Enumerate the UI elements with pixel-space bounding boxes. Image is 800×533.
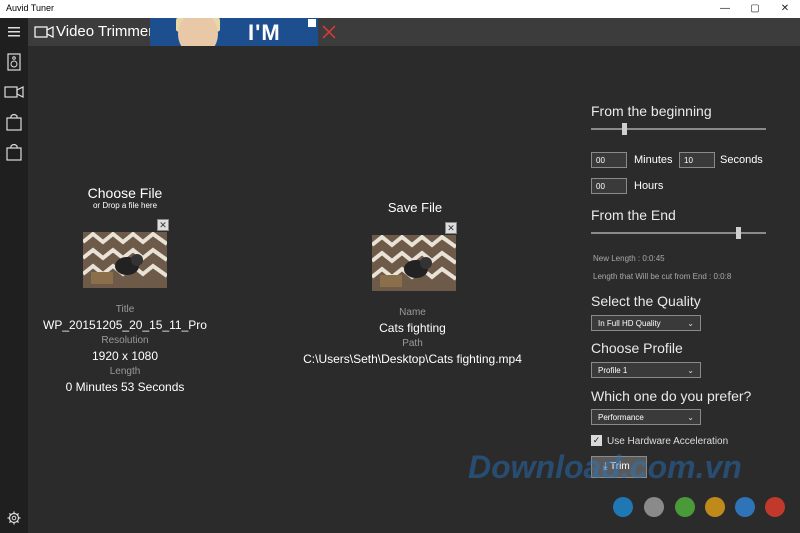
chevron-down-icon: ⌄: [687, 319, 694, 328]
watermark-dot: [735, 497, 755, 517]
new-length-text: New Length : 0:0:45: [593, 254, 665, 263]
watermark-text: Download.com.vn: [468, 449, 742, 485]
source-video-thumbnail[interactable]: [83, 232, 167, 288]
menu-button[interactable]: [0, 18, 28, 46]
hw-accel-label: Use Hardware Acceleration: [607, 436, 729, 447]
close-button[interactable]: ✕: [770, 0, 800, 18]
quality-select[interactable]: In Full HD Quality ⌄: [591, 315, 701, 331]
bag-icon: [6, 143, 22, 161]
quality-value: In Full HD Quality: [598, 319, 661, 328]
ad-text: I'M: [248, 20, 281, 45]
quality-heading: Select the Quality: [591, 293, 701, 309]
end-slider-thumb[interactable]: [736, 227, 741, 239]
start-slider-thumb[interactable]: [622, 123, 627, 135]
video-icon: [34, 26, 54, 38]
ad-banner[interactable]: I'M: [150, 18, 318, 46]
header-bar: Video Trimmer: [28, 18, 800, 46]
choose-file-area[interactable]: Choose File or Drop a file here: [50, 185, 200, 210]
ad-image: [178, 18, 218, 46]
hours-label: Hours: [634, 180, 664, 192]
remove-source-button[interactable]: ✕: [157, 219, 169, 231]
length-label: Length: [109, 366, 141, 377]
profile-select[interactable]: Profile 1 ⌄: [591, 362, 701, 378]
left-rail: [0, 18, 28, 533]
cut-length-text: Length that Will be cut from End : 0:0:8: [593, 272, 732, 281]
prefer-select[interactable]: Performance ⌄: [591, 409, 701, 425]
drop-hint: or Drop a file here: [92, 201, 158, 210]
output-info: Name Cats fighting Path C:\Users\Seth\De…: [290, 307, 535, 366]
name-value: Cats fighting: [379, 321, 446, 335]
chevron-down-icon: ⌄: [687, 413, 694, 422]
minutes-input[interactable]: 00: [591, 152, 627, 168]
seconds-label: Seconds: [720, 154, 763, 166]
title-value: WP_20151205_20_15_11_Pro: [43, 318, 207, 332]
length-value: 0 Minutes 53 Seconds: [65, 380, 185, 394]
resolution-value: 1920 x 1080: [91, 349, 159, 363]
choose-file-heading: Choose File: [87, 185, 163, 201]
output-video-thumbnail[interactable]: [372, 235, 456, 291]
start-slider[interactable]: [591, 128, 766, 130]
store-button-2[interactable]: [0, 138, 28, 166]
remove-output-button[interactable]: ✕: [445, 222, 457, 234]
bag-icon: [6, 113, 22, 131]
profile-value: Profile 1: [598, 366, 628, 375]
path-value: C:\Users\Seth\Desktop\Cats fighting.mp4: [303, 352, 522, 366]
maximize-button[interactable]: ▢: [740, 0, 770, 18]
watermark-dot: [705, 497, 725, 517]
watermark-dot: [613, 497, 633, 517]
video-tool-button[interactable]: [0, 78, 28, 106]
profile-heading: Choose Profile: [591, 340, 683, 356]
watermark-dot: [765, 497, 785, 517]
audio-tool-button[interactable]: [0, 48, 28, 76]
save-file-heading: Save File: [387, 200, 443, 215]
video-icon: [4, 86, 24, 98]
hamburger-icon: [8, 27, 20, 37]
hw-accel-checkbox[interactable]: ✓: [591, 435, 602, 446]
prefer-heading: Which one do you prefer?: [591, 388, 752, 404]
path-label: Path: [402, 338, 423, 349]
resolution-label: Resolution: [101, 335, 149, 346]
title-label: Title: [115, 304, 135, 315]
app-title: Auvid Tuner: [6, 3, 55, 13]
ad-info-icon[interactable]: [308, 19, 316, 27]
hours-input[interactable]: 00: [591, 178, 627, 194]
from-beginning-heading: From the beginning: [591, 103, 712, 119]
window-titlebar: Auvid Tuner — ▢ ✕: [0, 0, 800, 18]
prefer-value: Performance: [598, 413, 644, 422]
name-label: Name: [399, 307, 426, 318]
from-end-heading: From the End: [591, 207, 676, 223]
store-button-1[interactable]: [0, 108, 28, 136]
watermark-dot: [675, 497, 695, 517]
seconds-input[interactable]: 10: [679, 152, 715, 168]
page-title: Video Trimmer: [56, 23, 154, 40]
settings-button[interactable]: [0, 504, 28, 532]
minimize-button[interactable]: —: [710, 0, 740, 18]
settings-icon: [7, 511, 21, 525]
source-info: Title WP_20151205_20_15_11_Pro Resolutio…: [40, 304, 210, 394]
minutes-label: Minutes: [634, 154, 673, 166]
close-ad-button[interactable]: [318, 18, 340, 46]
close-icon: [322, 25, 336, 39]
chevron-down-icon: ⌄: [687, 366, 694, 375]
speaker-icon: [7, 53, 21, 71]
watermark-dot: [644, 497, 664, 517]
